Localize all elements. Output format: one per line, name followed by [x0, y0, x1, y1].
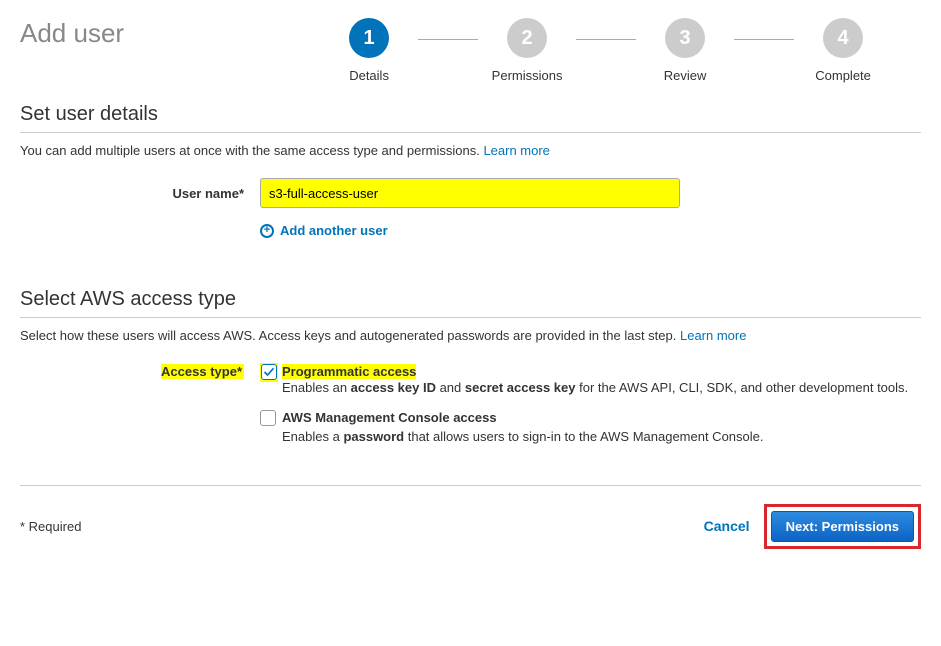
step-review: 3 Review [640, 18, 730, 83]
step-connector [734, 39, 794, 40]
step-connector [418, 39, 478, 40]
next-button-highlight: Next: Permissions [764, 504, 921, 549]
step-label: Details [349, 68, 389, 83]
add-another-user-label: Add another user [280, 223, 388, 238]
check-icon [263, 366, 275, 378]
wizard-steps: 1 Details 2 Permissions 3 Review 4 Compl… [324, 18, 888, 83]
access-type-label-text: Access type [161, 364, 237, 379]
learn-more-link[interactable]: Learn more [483, 143, 549, 158]
step-number: 2 [507, 18, 547, 58]
required-star: * [239, 186, 244, 201]
section-user-details-sub-text: You can add multiple users at once with … [20, 143, 483, 158]
step-label: Permissions [492, 68, 563, 83]
step-connector [576, 39, 636, 40]
plus-icon: + [260, 224, 274, 238]
console-access-desc: Enables a password that allows users to … [282, 428, 921, 447]
username-label: User name* [20, 186, 260, 201]
console-access-title: AWS Management Console access [282, 410, 921, 425]
step-number: 4 [823, 18, 863, 58]
console-access-checkbox[interactable] [260, 410, 276, 426]
step-permissions: 2 Permissions [482, 18, 572, 83]
access-type-label: Access type* [161, 364, 244, 379]
programmatic-access-checkbox[interactable] [261, 364, 277, 380]
programmatic-access-desc: Enables an access key ID and secret acce… [282, 379, 921, 398]
section-user-details-title: Set user details [20, 103, 921, 133]
cancel-button[interactable]: Cancel [704, 518, 750, 534]
section-access-sub-text: Select how these users will access AWS. … [20, 328, 680, 343]
username-label-text: User name [172, 186, 238, 201]
step-details: 1 Details [324, 18, 414, 83]
step-label: Complete [815, 68, 871, 83]
step-number: 3 [665, 18, 705, 58]
learn-more-link[interactable]: Learn more [680, 328, 746, 343]
page-title: Add user [20, 18, 124, 49]
step-label: Review [664, 68, 707, 83]
add-another-user-link[interactable]: + Add another user [260, 223, 388, 238]
next-permissions-button[interactable]: Next: Permissions [771, 511, 914, 542]
required-star: * [237, 364, 242, 379]
required-note: * Required [20, 519, 81, 534]
username-input[interactable] [260, 178, 680, 208]
section-access-sub: Select how these users will access AWS. … [20, 328, 921, 343]
step-number: 1 [349, 18, 389, 58]
programmatic-access-title: Programmatic access [282, 363, 921, 379]
step-complete: 4 Complete [798, 18, 888, 83]
section-user-details-sub: You can add multiple users at once with … [20, 143, 921, 158]
section-access-title: Select AWS access type [20, 288, 921, 318]
footer: * Required Cancel Next: Permissions [20, 485, 921, 549]
